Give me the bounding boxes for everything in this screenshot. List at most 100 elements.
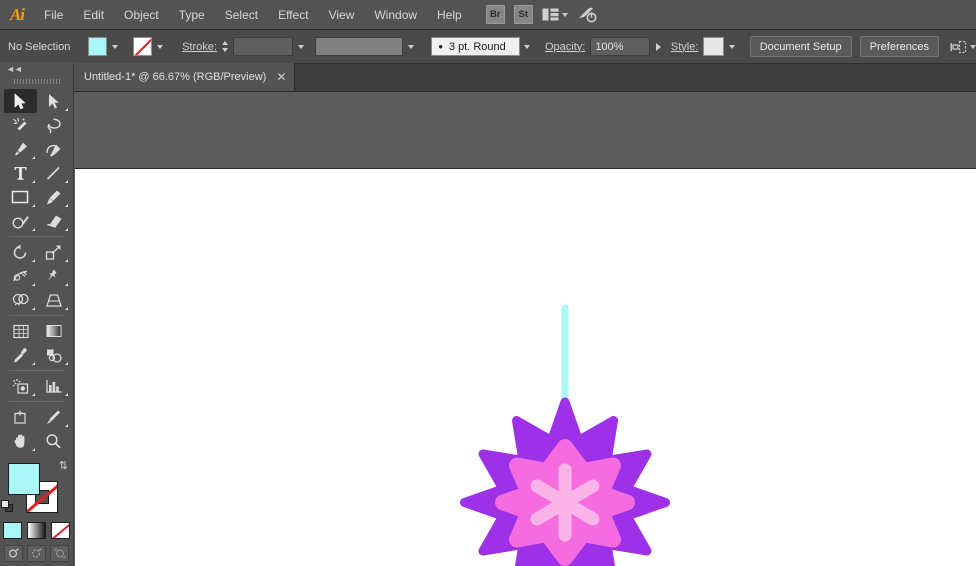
shape-builder-tool[interactable] bbox=[4, 288, 37, 312]
document-tab[interactable]: Untitled-1* @ 66.67% (RGB/Preview) ✕ bbox=[74, 63, 296, 91]
style-label[interactable]: Style: bbox=[671, 41, 699, 53]
column-graph-tool[interactable] bbox=[37, 374, 70, 398]
type-tool[interactable] bbox=[4, 161, 37, 185]
tool-flyout-indicator bbox=[32, 259, 35, 262]
tool-flyout-indicator bbox=[65, 424, 68, 427]
canvas-area[interactable] bbox=[74, 92, 976, 566]
stroke-weight-label[interactable]: Stroke: bbox=[182, 41, 217, 53]
draw-behind-icon bbox=[31, 548, 42, 558]
close-icon[interactable]: ✕ bbox=[276, 71, 286, 83]
menu-item-view[interactable]: View bbox=[319, 0, 365, 30]
menu-item-help[interactable]: Help bbox=[427, 0, 472, 30]
artboard[interactable] bbox=[75, 168, 976, 566]
search-adobe-button[interactable] bbox=[577, 6, 597, 23]
menu-item-file[interactable]: File bbox=[34, 0, 73, 30]
tool-group-divider bbox=[4, 233, 70, 240]
stroke-color-control[interactable] bbox=[133, 37, 169, 56]
arrange-documents-button[interactable] bbox=[542, 8, 568, 21]
opacity-input[interactable]: 100% bbox=[590, 37, 650, 56]
free-transform-tool[interactable] bbox=[37, 264, 70, 288]
rotate-tool[interactable] bbox=[4, 240, 37, 264]
control-bar: No Selection Stroke: • 3 pt. Round Opaci… bbox=[0, 30, 976, 64]
graphic-style-dropdown-button[interactable] bbox=[724, 37, 740, 56]
zoom-tool[interactable] bbox=[37, 429, 70, 453]
rotate-icon bbox=[13, 244, 27, 259]
pen-tool[interactable] bbox=[4, 137, 37, 161]
document-tab-title: Untitled-1* @ 66.67% (RGB/Preview) bbox=[84, 71, 267, 83]
selection-status-label: No Selection bbox=[8, 40, 71, 53]
draw-normal-button[interactable] bbox=[4, 545, 23, 562]
draw-normal-icon bbox=[8, 548, 19, 558]
graphic-style-swatch[interactable] bbox=[703, 37, 725, 56]
line-segment-tool[interactable] bbox=[37, 161, 70, 185]
direct-selection-tool[interactable] bbox=[37, 89, 70, 113]
preferences-button[interactable]: Preferences bbox=[859, 36, 939, 57]
brush-definition-input[interactable]: • 3 pt. Round bbox=[431, 37, 520, 56]
hand-tool[interactable] bbox=[4, 429, 37, 453]
tools-panel-collapse-button[interactable]: ◄◄ bbox=[0, 62, 73, 76]
artwork-star-ornament[interactable] bbox=[75, 169, 976, 566]
drag-grip-icon[interactable] bbox=[0, 76, 73, 87]
opacity-label[interactable]: Opacity: bbox=[545, 41, 585, 53]
draw-inside-button[interactable] bbox=[50, 545, 69, 562]
menu-item-edit[interactable]: Edit bbox=[73, 0, 114, 30]
chevron-down-icon bbox=[561, 12, 568, 17]
tool-flyout-indicator bbox=[65, 259, 68, 262]
menu-item-type[interactable]: Type bbox=[169, 0, 215, 30]
eraser-tool[interactable] bbox=[37, 209, 70, 233]
variable-width-dropdown-button[interactable] bbox=[403, 37, 419, 56]
artboard-tool[interactable] bbox=[4, 405, 37, 429]
width-tool[interactable] bbox=[4, 264, 37, 288]
lasso-tool[interactable] bbox=[37, 113, 70, 137]
stroke-weight-dropdown-button[interactable] bbox=[293, 37, 309, 56]
fill-swatch[interactable] bbox=[88, 37, 108, 56]
stroke-none-swatch[interactable] bbox=[133, 37, 153, 56]
stroke-weight-stepper[interactable] bbox=[220, 37, 230, 56]
perspective-grid-tool[interactable] bbox=[37, 288, 70, 312]
draw-behind-button[interactable] bbox=[27, 545, 46, 562]
none-mode-button[interactable] bbox=[51, 522, 70, 539]
swap-fill-stroke-icon[interactable]: ⇅ bbox=[59, 459, 68, 472]
align-to-artboard-button[interactable] bbox=[950, 40, 976, 54]
hand-icon bbox=[14, 433, 25, 448]
menu-item-window[interactable]: Window bbox=[364, 0, 427, 30]
bridge-button[interactable]: Br bbox=[485, 5, 505, 24]
variable-width-profile-input[interactable] bbox=[315, 37, 404, 56]
slice-knife-icon bbox=[47, 410, 60, 424]
shape-builder-icon bbox=[12, 293, 29, 305]
color-mode-button[interactable] bbox=[3, 522, 22, 539]
chevron-down-icon bbox=[524, 44, 531, 49]
menu-item-effect[interactable]: Effect bbox=[268, 0, 318, 30]
stroke-weight-input[interactable] bbox=[233, 37, 294, 56]
paintbrush-icon bbox=[46, 190, 61, 204]
mesh-tool[interactable] bbox=[4, 319, 37, 343]
tools-panel: ◄◄ ⇅ bbox=[0, 62, 74, 566]
default-fill-stroke-icon[interactable] bbox=[1, 500, 14, 513]
rectangle-tool[interactable] bbox=[4, 185, 37, 209]
menu-item-object[interactable]: Object bbox=[114, 0, 169, 30]
curvature-tool[interactable] bbox=[37, 137, 70, 161]
brush-definition-dropdown-button[interactable] bbox=[519, 37, 535, 56]
selection-tool[interactable] bbox=[4, 89, 37, 113]
eyedropper-tool[interactable] bbox=[4, 343, 37, 367]
gradient-mode-button[interactable] bbox=[27, 522, 46, 539]
opacity-expand-icon[interactable] bbox=[655, 42, 661, 51]
document-setup-button[interactable]: Document Setup bbox=[749, 36, 852, 57]
shaper-tool[interactable] bbox=[4, 209, 37, 233]
fill-color-control[interactable] bbox=[88, 37, 124, 56]
menu-item-select[interactable]: Select bbox=[215, 0, 268, 30]
tool-group-divider bbox=[4, 367, 70, 374]
toolbar-fill-swatch[interactable] bbox=[8, 463, 40, 495]
blend-tool[interactable] bbox=[37, 343, 70, 367]
slice-tool[interactable] bbox=[37, 405, 70, 429]
paintbrush-tool[interactable] bbox=[37, 185, 70, 209]
stock-button[interactable]: St bbox=[513, 5, 533, 24]
scale-tool[interactable] bbox=[37, 240, 70, 264]
symbol-sprayer-tool[interactable] bbox=[4, 374, 37, 398]
stroke-dropdown-button[interactable] bbox=[152, 37, 169, 56]
gradient-tool[interactable] bbox=[37, 319, 70, 343]
fill-dropdown-button[interactable] bbox=[107, 37, 124, 56]
magic-wand-tool[interactable] bbox=[4, 113, 37, 137]
chevron-down-icon bbox=[729, 44, 736, 49]
gradient-icon bbox=[46, 325, 61, 337]
